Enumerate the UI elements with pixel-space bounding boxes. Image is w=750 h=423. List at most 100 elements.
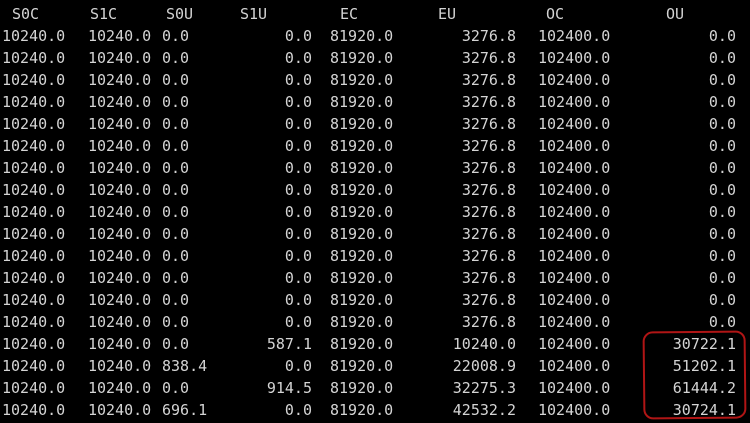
- cell-ou: 0.0: [708, 159, 736, 177]
- cell-s1u: 0.0: [284, 247, 312, 265]
- cell-s1c: 10240.0: [88, 247, 152, 265]
- cell-s1u: 0.0: [284, 27, 312, 45]
- cell-ec: 81920.0: [330, 335, 394, 353]
- cell-s1u: 0.0: [284, 49, 312, 67]
- cell-ec: 81920.0: [330, 379, 394, 397]
- table-row: 10240.0 10240.0 0.0 0.0 81920.0 3276.8 102400.…: [0, 245, 750, 267]
- table-row: 10240.0 10240.0 0.0 0.0 81920.0 3276.8 102400.…: [0, 69, 750, 91]
- cell-s0c: 10240.0: [2, 115, 66, 133]
- cell-s0c: 10240.0: [2, 93, 66, 111]
- cell-oc: 102400.0: [538, 225, 611, 243]
- cell-oc: 102400.0: [538, 357, 611, 375]
- cell-ec: 81920.0: [330, 357, 394, 375]
- cell-eu: 42532.2: [452, 401, 516, 419]
- cell-s0u: 0.0: [162, 247, 190, 265]
- header-s1c: S1C: [90, 5, 118, 23]
- cell-eu: 3276.8: [461, 27, 516, 45]
- cell-ou: 0.0: [708, 115, 736, 133]
- cell-s1c: 10240.0: [88, 49, 152, 67]
- cell-s1u: 0.0: [284, 203, 312, 221]
- cell-ec: 81920.0: [330, 247, 394, 265]
- table-row: 10240.0 10240.0 0.0 0.0 81920.0 3276.8 102400.…: [0, 311, 750, 333]
- cell-oc: 102400.0: [538, 115, 611, 133]
- cell-s0u: 0.0: [162, 115, 190, 133]
- cell-ou: 0.0: [708, 71, 736, 89]
- cell-ec: 81920.0: [330, 401, 394, 419]
- table-row: 10240.0 10240.0 0.0 0.0 81920.0 3276.8 102400.…: [0, 267, 750, 289]
- cell-eu: 3276.8: [461, 49, 516, 67]
- cell-ou: 0.0: [708, 181, 736, 199]
- cell-s0u: 0.0: [162, 93, 190, 111]
- cell-oc: 102400.0: [538, 247, 611, 265]
- cell-s0c: 10240.0: [2, 291, 66, 309]
- cell-ec: 81920.0: [330, 181, 394, 199]
- cell-s0u: 0.0: [162, 379, 190, 397]
- cell-oc: 102400.0: [538, 401, 611, 419]
- cell-s1c: 10240.0: [88, 335, 152, 353]
- table-row: 10240.0 10240.0 0.0 0.0 81920.0 3276.8 102400.…: [0, 201, 750, 223]
- cell-ou: 0.0: [708, 269, 736, 287]
- cell-ec: 81920.0: [330, 137, 394, 155]
- cell-eu: 3276.8: [461, 71, 516, 89]
- cell-ou: 0.0: [708, 313, 736, 331]
- cell-eu: 3276.8: [461, 159, 516, 177]
- cell-oc: 102400.0: [538, 27, 611, 45]
- cell-s1c: 10240.0: [88, 93, 152, 111]
- cell-eu: 3276.8: [461, 115, 516, 133]
- cell-ou: 0.0: [708, 137, 736, 155]
- cell-eu: 32275.3: [452, 379, 516, 397]
- cell-s1u: 0.0: [284, 137, 312, 155]
- cell-s0c: 10240.0: [2, 269, 66, 287]
- cell-eu: 3276.8: [461, 93, 516, 111]
- cell-oc: 102400.0: [538, 313, 611, 331]
- table-row: 10240.0 10240.0 838.4 0.0 81920.0 22008.9 1024…: [0, 355, 750, 377]
- cell-ec: 81920.0: [330, 159, 394, 177]
- cell-s0u: 0.0: [162, 137, 190, 155]
- cell-oc: 102400.0: [538, 379, 611, 397]
- cell-oc: 102400.0: [538, 181, 611, 199]
- cell-s1u: 0.0: [284, 357, 312, 375]
- cell-eu: 3276.8: [461, 203, 516, 221]
- cell-ou: 0.0: [708, 49, 736, 67]
- cell-eu: 3276.8: [461, 291, 516, 309]
- cell-eu: 3276.8: [461, 313, 516, 331]
- cell-s1u: 0.0: [284, 159, 312, 177]
- cell-s1c: 10240.0: [88, 379, 152, 397]
- cell-s0c: 10240.0: [2, 137, 66, 155]
- table-row: 10240.0 10240.0 0.0 0.0 81920.0 3276.8 102400.…: [0, 113, 750, 135]
- cell-s0c: 10240.0: [2, 225, 66, 243]
- cell-s0c: 10240.0: [2, 71, 66, 89]
- cell-s0u: 0.0: [162, 269, 190, 287]
- table-row: 10240.0 10240.0 0.0 0.0 81920.0 3276.8 102400.…: [0, 289, 750, 311]
- cell-ec: 81920.0: [330, 71, 394, 89]
- cell-oc: 102400.0: [538, 159, 611, 177]
- cell-eu: 22008.9: [452, 357, 516, 375]
- cell-eu: 10240.0: [452, 335, 516, 353]
- table-row: 10240.0 10240.0 0.0 0.0 81920.0 3276.8 102400.…: [0, 223, 750, 245]
- cell-s1c: 10240.0: [88, 269, 152, 287]
- cell-ec: 81920.0: [330, 115, 394, 133]
- cell-ec: 81920.0: [330, 225, 394, 243]
- cell-ec: 81920.0: [330, 93, 394, 111]
- table-row: 10240.0 10240.0 0.0 0.0 81920.0 3276.8 102400.…: [0, 91, 750, 113]
- cell-s0c: 10240.0: [2, 357, 66, 375]
- cell-s0c: 10240.0: [2, 49, 66, 67]
- cell-s0u: 0.0: [162, 181, 190, 199]
- header-ec: EC: [340, 5, 359, 23]
- cell-s1c: 10240.0: [88, 115, 152, 133]
- cell-s0u: 0.0: [162, 291, 190, 309]
- header-s1u: S1U: [240, 5, 268, 23]
- cell-s1u: 0.0: [284, 71, 312, 89]
- cell-s0c: 10240.0: [2, 203, 66, 221]
- table-row: 10240.0 10240.0 0.0 0.0 81920.0 3276.8 102400.…: [0, 179, 750, 201]
- cell-s0u: 0.0: [162, 335, 190, 353]
- cell-s0c: 10240.0: [2, 27, 66, 45]
- table-row: 10240.0 10240.0 696.1 0.0 81920.0 42532.2 1024…: [0, 399, 750, 421]
- cell-s1u: 914.5: [266, 379, 312, 397]
- cell-s0u: 0.0: [162, 159, 190, 177]
- cell-s1u: 0.0: [284, 313, 312, 331]
- cell-s1u: 587.1: [266, 335, 312, 353]
- cell-ec: 81920.0: [330, 203, 394, 221]
- cell-s1u: 0.0: [284, 291, 312, 309]
- table-row: 10240.0 10240.0 0.0 0.0 81920.0 3276.8 102400.…: [0, 157, 750, 179]
